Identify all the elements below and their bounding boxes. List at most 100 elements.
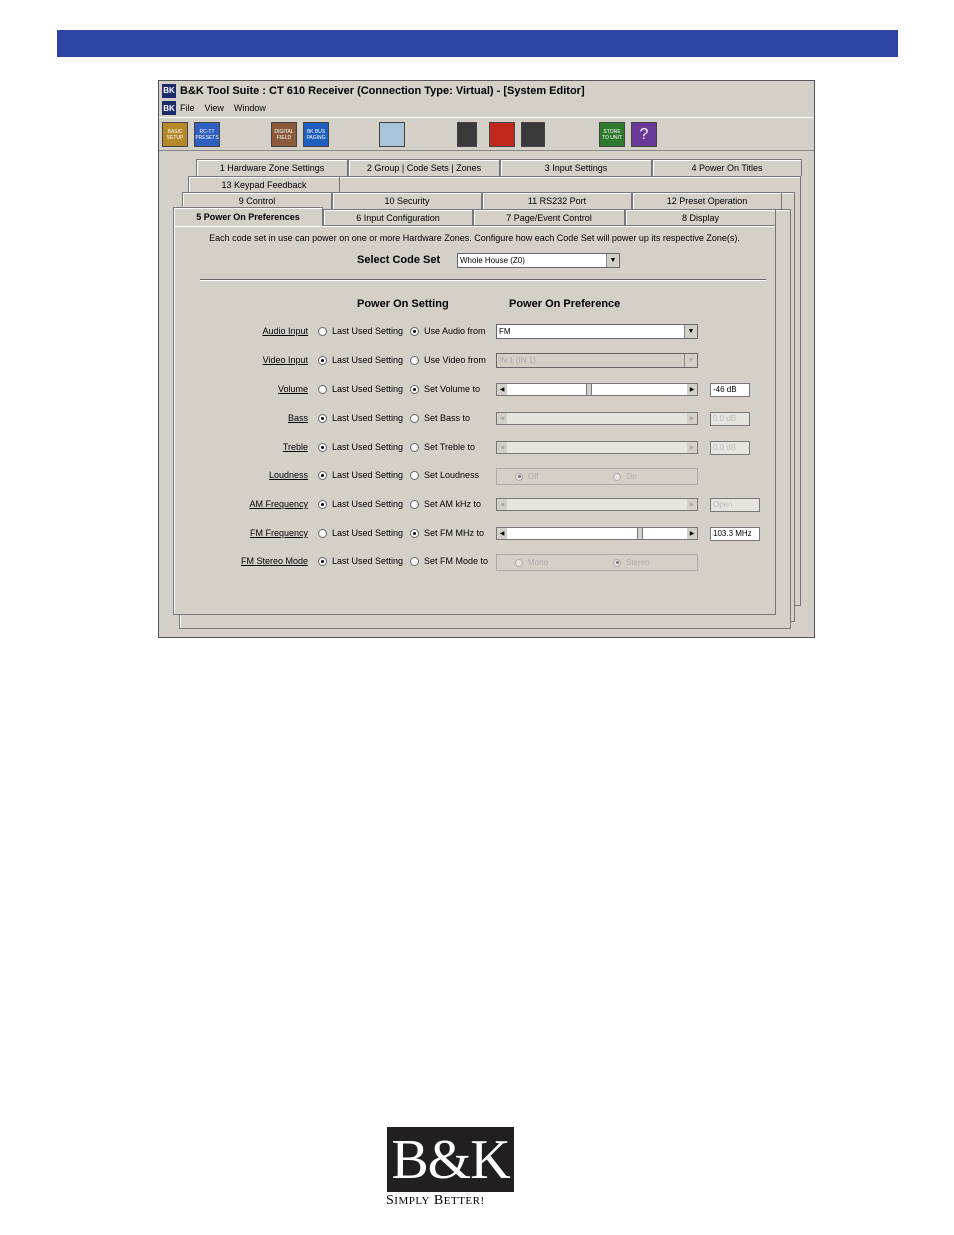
tab-security[interactable]: 10 Security — [332, 192, 482, 209]
chevron-down-icon[interactable]: ▼ — [606, 254, 619, 267]
use-video-radio[interactable]: Use Video from — [410, 355, 486, 365]
last-used-radio[interactable]: Last Used Setting — [318, 326, 403, 336]
menu-bar: BK File View Window — [159, 100, 814, 116]
row-fm-stereo-mode: FM Stereo Mode Last Used Setting Set FM … — [174, 554, 775, 571]
divider — [200, 279, 766, 281]
row-fm-frequency: FM Frequency Last Used Setting Set FM MH… — [174, 526, 775, 542]
right-arrow-icon: ▶ — [687, 528, 697, 539]
tab-preset-operation[interactable]: 12 Preset Operation — [632, 192, 782, 209]
use-audio-radio[interactable]: Use Audio from — [410, 326, 486, 336]
set-volume-radio[interactable]: Set Volume to — [410, 384, 480, 394]
last-used-radio[interactable]: Last Used Setting — [318, 470, 403, 480]
chevron-down-icon: ▼ — [684, 325, 697, 338]
row-label: Treble — [282, 442, 308, 452]
intro-text: Each code set in use can power on one or… — [209, 233, 740, 243]
volume-slider[interactable]: ◀ ▶ — [496, 383, 698, 396]
set-bass-radio[interactable]: Set Bass to — [410, 413, 470, 423]
last-used-radio[interactable]: Last Used Setting — [318, 384, 403, 394]
help-button[interactable]: ? — [631, 122, 657, 147]
volume-thumb — [586, 383, 593, 396]
last-used-radio[interactable]: Last Used Setting — [318, 442, 403, 452]
bk-logo: B&K — [387, 1127, 514, 1192]
right-arrow-icon: ▶ — [687, 384, 697, 395]
menu-file[interactable]: File — [180, 103, 195, 113]
computer-icon-button[interactable] — [457, 122, 477, 147]
left-arrow-icon: ◀ — [497, 384, 507, 395]
row-label: AM Frequency — [249, 499, 308, 509]
keyboard-button[interactable] — [379, 122, 405, 147]
row-bass: Bass Last Used Setting Set Bass to ◀ ▶ 0.… — [174, 411, 775, 427]
row-label: FM Stereo Mode — [240, 556, 308, 566]
fm-value[interactable]: 103.3 MHz — [710, 527, 760, 541]
toolbar: BASIC SETUP RC-TT PRESETS DIGITAL FIELD … — [159, 117, 814, 151]
menu-window[interactable]: Window — [234, 103, 266, 113]
logo-tagline: SIMPLY BETTER! — [386, 1193, 485, 1208]
title-bar: BK B&K Tool Suite : CT 610 Receiver (Con… — [159, 81, 814, 100]
am-value[interactable]: Open — [710, 498, 760, 512]
set-fm-radio[interactable]: Set FM MHz to — [410, 528, 484, 538]
tab-rs232-port[interactable]: 11 RS232 Port — [482, 192, 632, 209]
fm-thumb — [637, 527, 644, 540]
fm-stereo-radio[interactable]: Stereo — [613, 558, 650, 567]
last-used-radio[interactable]: Last Used Setting — [318, 499, 403, 509]
power-on-preferences-panel: Each code set in use can power on one or… — [173, 225, 776, 615]
row-label: Bass — [287, 413, 308, 423]
bass-value[interactable]: 0.0 dB — [710, 412, 750, 426]
tab-display[interactable]: 8 Display — [625, 209, 776, 226]
digital-field-button[interactable]: DIGITAL FIELD — [271, 122, 297, 147]
paging-button[interactable]: BK BUS PAGING — [303, 122, 329, 147]
treble-value[interactable]: 0.0 dB — [710, 441, 750, 455]
basic-setup-button[interactable]: BASIC SETUP — [162, 122, 188, 147]
treble-slider[interactable]: ◀ ▶ — [496, 441, 698, 454]
last-used-radio[interactable]: Last Used Setting — [318, 413, 403, 423]
video-source-select[interactable]: IN 1 (IN 1) ▼ — [496, 353, 698, 368]
tab-hardware-zone-settings[interactable]: 1 Hardware Zone Settings — [196, 159, 348, 176]
row-label: Audio Input — [262, 326, 308, 336]
audio-source-select[interactable]: FM ▼ — [496, 324, 698, 339]
menu-view[interactable]: View — [205, 103, 224, 113]
app-window: BK B&K Tool Suite : CT 610 Receiver (Con… — [158, 80, 815, 638]
set-fm-mode-radio[interactable]: Set FM Mode to — [410, 556, 488, 566]
row-label: Loudness — [268, 470, 308, 480]
tab-input-configuration[interactable]: 6 Input Configuration — [323, 209, 473, 226]
power-on-preference-header: Power On Preference — [509, 298, 621, 310]
code-set-value: Whole House (Z0) — [460, 256, 525, 265]
power-on-setting-header: Power On Setting — [357, 298, 449, 310]
tab-power-on-titles[interactable]: 4 Power On Titles — [652, 159, 802, 176]
row-treble: Treble Last Used Setting Set Treble to ◀… — [174, 440, 775, 456]
set-treble-radio[interactable]: Set Treble to — [410, 442, 475, 452]
select-code-set-label: Select Code Set — [357, 254, 441, 266]
editor-button[interactable] — [489, 122, 515, 147]
tab-control: 1 Hardware Zone Settings 2 Group | Code … — [171, 159, 802, 634]
last-used-radio[interactable]: Last Used Setting — [318, 355, 403, 365]
row-am-frequency: AM Frequency Last Used Setting Set AM kH… — [174, 497, 775, 513]
tab-keypad-feedback[interactable]: 13 Keypad Feedback — [188, 176, 340, 193]
tab-input-settings[interactable]: 3 Input Settings — [500, 159, 652, 176]
fm-slider[interactable]: ◀ ▶ — [496, 527, 698, 540]
row-label: Video Input — [262, 355, 308, 365]
tab-power-on-preferences[interactable]: 5 Power On Preferences — [173, 207, 323, 226]
doc-icon: BK — [162, 101, 176, 115]
loudness-on-radio[interactable]: On — [613, 472, 637, 481]
row-loudness: Loudness Last Used Setting Set Loudness … — [174, 468, 775, 485]
set-am-radio[interactable]: Set AM kHz to — [410, 499, 481, 509]
volume-value[interactable]: -46 dB — [710, 383, 750, 397]
bass-slider[interactable]: ◀ ▶ — [496, 412, 698, 425]
row-volume: Volume Last Used Setting Set Volume to ◀… — [174, 382, 775, 398]
code-set-select[interactable]: Whole House (Z0) ▼ — [457, 253, 620, 268]
chevron-down-icon: ▼ — [684, 354, 697, 367]
am-slider[interactable]: ◀ ▶ — [496, 498, 698, 511]
set-loudness-radio[interactable]: Set Loudness — [410, 470, 479, 480]
fm-mono-radio[interactable]: Mono — [515, 558, 548, 567]
tab-group-code-sets[interactable]: 2 Group | Code Sets | Zones — [348, 159, 500, 176]
loudness-off-radio[interactable]: Off — [515, 472, 539, 481]
row-audio-input: Audio Input Last Used Setting Use Audio … — [174, 324, 775, 340]
last-used-radio[interactable]: Last Used Setting — [318, 556, 403, 566]
left-arrow-icon: ◀ — [497, 528, 507, 539]
network-button[interactable] — [521, 122, 545, 147]
last-used-radio[interactable]: Last Used Setting — [318, 528, 403, 538]
presets-button[interactable]: RC-TT PRESETS — [194, 122, 220, 147]
store-button[interactable]: STORE TO UNIT — [599, 122, 625, 147]
tab-page-event-control[interactable]: 7 Page/Event Control — [473, 209, 625, 226]
app-icon: BK — [162, 83, 176, 98]
